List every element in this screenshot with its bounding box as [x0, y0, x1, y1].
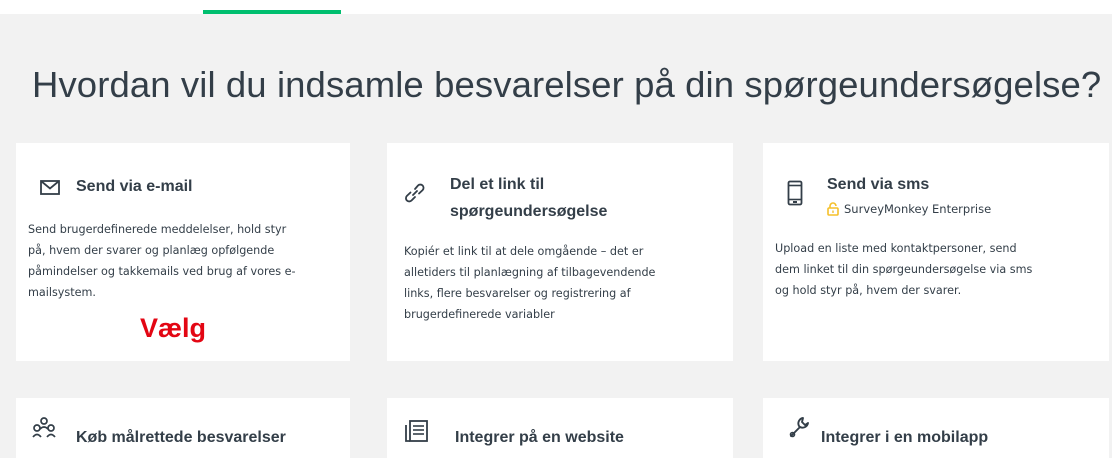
collector-card-buy-responses[interactable]: Køb målrettede besvarelser [16, 398, 350, 458]
card-description: Upload en liste med kontaktpersoner, sen… [775, 242, 1033, 297]
mobile-phone-icon [787, 180, 803, 206]
card-title: Integrer på en website [455, 429, 624, 446]
envelope-icon [40, 180, 60, 195]
wrench-icon [789, 417, 809, 438]
link-icon [405, 183, 425, 203]
active-tab-indicator [203, 10, 341, 14]
website-embed-icon [405, 420, 428, 442]
lock-icon [827, 202, 839, 216]
card-title-line: Del et link til [450, 176, 545, 193]
top-navigation-bar [0, 0, 1112, 14]
enterprise-badge-label: SurveyMonkey Enterprise [844, 202, 992, 216]
collector-card-sms[interactable]: Send via sms SurveyMonkey Enterprise Upl… [763, 143, 1109, 361]
enterprise-badge: SurveyMonkey Enterprise [827, 202, 991, 216]
card-title: Send via sms [827, 176, 930, 193]
card-description: Kopiér et link til at dele omgående – de… [404, 245, 656, 321]
collector-card-website[interactable]: Integrer på en website [387, 398, 733, 458]
collector-card-mobile-sdk[interactable]: Integrer i en mobilapp [763, 398, 1109, 458]
card-description: Send brugerdefinerede meddelelser, hold … [28, 223, 296, 299]
card-title-line: spørgeundersøgelse [450, 203, 608, 220]
card-title: Køb målrettede besvarelser [76, 429, 286, 446]
collector-card-email[interactable]: Send via e-mail Send brugerdefinerede me… [16, 143, 350, 361]
collector-card-weblink[interactable]: Del et link til spørgeundersøgelse Kopié… [387, 143, 733, 361]
card-title: Send via e-mail [76, 178, 193, 195]
page-headline: Hvordan vil du indsamle besvarelser på d… [32, 64, 1102, 105]
audience-icon [32, 417, 56, 438]
card-title: Integrer i en mobilapp [821, 429, 989, 446]
select-annotation[interactable]: Vælg [140, 313, 206, 344]
